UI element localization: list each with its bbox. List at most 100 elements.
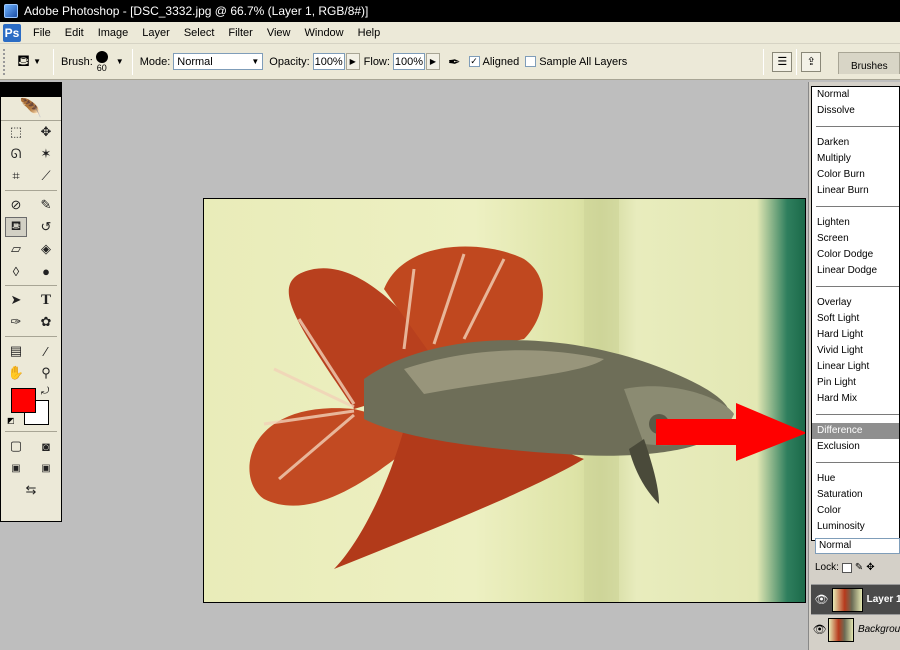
- menu-file[interactable]: File: [26, 27, 58, 39]
- history-brush-icon[interactable]: ↺: [35, 217, 57, 237]
- tool-row: ⊘ ✎: [1, 194, 61, 216]
- menu-layer[interactable]: Layer: [135, 27, 177, 39]
- menu-view[interactable]: View: [260, 27, 298, 39]
- eye-icon[interactable]: 👁: [811, 623, 828, 636]
- blend-mode-saturation[interactable]: Saturation: [812, 487, 899, 503]
- flow-slider-button[interactable]: ▶: [425, 53, 440, 70]
- foreground-color-swatch[interactable]: [11, 388, 36, 413]
- blend-mode-color-burn[interactable]: Color Burn: [812, 167, 899, 183]
- menu-select[interactable]: Select: [177, 27, 222, 39]
- healing-brush-icon[interactable]: ⊘: [5, 195, 27, 215]
- checkmark-icon: ✓: [468, 56, 480, 67]
- opacity-slider-button[interactable]: ▶: [345, 53, 360, 70]
- blur-icon[interactable]: ◊: [5, 261, 27, 281]
- magic-wand-icon[interactable]: ✶: [35, 144, 57, 164]
- notes-icon[interactable]: ▤: [5, 341, 27, 361]
- default-colors-icon[interactable]: ◩: [7, 416, 15, 425]
- blend-mode-lighten[interactable]: Lighten: [812, 215, 899, 231]
- eraser-icon[interactable]: ▱: [5, 239, 27, 259]
- blend-mode-color-dodge[interactable]: Color Dodge: [812, 247, 899, 263]
- blend-mode-soft-light[interactable]: Soft Light: [812, 311, 899, 327]
- dodge-icon[interactable]: ●: [35, 261, 57, 281]
- move-icon[interactable]: ✥: [35, 122, 57, 142]
- tab-brushes[interactable]: Brushes: [838, 52, 900, 74]
- separator: [763, 48, 765, 75]
- blend-mode-vivid-light[interactable]: Vivid Light: [812, 343, 899, 359]
- flow-input[interactable]: 100%: [392, 53, 425, 70]
- full-screen-menu-mode-icon[interactable]: ▣: [35, 458, 57, 478]
- blend-mode-hard-mix[interactable]: Hard Mix: [812, 391, 899, 407]
- tool-row: ✑ ✿: [1, 311, 61, 333]
- blend-mode-difference[interactable]: Difference: [812, 423, 899, 439]
- airbrush-icon[interactable]: ✒: [448, 53, 461, 71]
- lasso-icon[interactable]: ᘏ: [5, 144, 27, 164]
- blend-mode-dissolve[interactable]: Dissolve: [812, 103, 899, 119]
- layer-row[interactable]: 👁 Layer 1: [811, 584, 900, 614]
- custom-shape-icon[interactable]: ✿: [35, 312, 57, 332]
- menu-separator: [816, 414, 899, 415]
- opacity-input[interactable]: 100%: [312, 53, 345, 70]
- separator: [5, 285, 57, 286]
- blend-mode-linear-light[interactable]: Linear Light: [812, 359, 899, 375]
- crop-icon[interactable]: ⌗: [5, 166, 27, 186]
- blend-mode-linear-burn[interactable]: Linear Burn: [812, 183, 899, 199]
- menu-edit[interactable]: Edit: [58, 27, 91, 39]
- lock-transparency-icon[interactable]: [841, 562, 852, 573]
- menu-image[interactable]: Image: [91, 27, 136, 39]
- zoom-icon[interactable]: ⚲: [35, 363, 57, 383]
- toolbox-title-bar[interactable]: [1, 83, 61, 97]
- chevron-down-icon[interactable]: ▼: [116, 57, 124, 66]
- paint-bucket-icon[interactable]: ◈: [35, 239, 57, 259]
- standard-screen-mode-icon[interactable]: ▣: [5, 458, 27, 478]
- tool-row: ✋ ⚲: [1, 362, 61, 384]
- pen-icon[interactable]: ✑: [5, 312, 27, 332]
- hand-icon[interactable]: ✋: [5, 363, 27, 383]
- marquee-icon[interactable]: ⬚: [5, 122, 27, 142]
- blend-mode-darken[interactable]: Darken: [812, 135, 899, 151]
- palette-menu-icon[interactable]: ☰: [772, 51, 793, 72]
- blend-mode-overlay[interactable]: Overlay: [812, 295, 899, 311]
- tool-preset-picker[interactable]: ⛾ ▼: [9, 49, 49, 75]
- separator: [53, 48, 54, 75]
- sample-all-layers-label: Sample All Layers: [539, 55, 628, 68]
- menu-filter[interactable]: Filter: [221, 27, 259, 39]
- path-selection-icon[interactable]: ➤: [5, 290, 27, 310]
- photoshop-logo-icon[interactable]: Ps: [3, 23, 21, 42]
- lock-image-icon[interactable]: ✎: [855, 562, 863, 573]
- blend-mode-exclusion[interactable]: Exclusion: [812, 439, 899, 455]
- layer-blend-mode-field[interactable]: Normal: [815, 538, 900, 554]
- slice-icon[interactable]: ⟋: [35, 166, 57, 186]
- swap-colors-icon[interactable]: ⤾: [41, 386, 49, 397]
- menu-separator: [816, 126, 899, 127]
- blend-mode-color[interactable]: Color: [812, 503, 899, 519]
- blend-mode-pin-light[interactable]: Pin Light: [812, 375, 899, 391]
- lock-position-icon[interactable]: ✥: [866, 562, 874, 573]
- go-to-imageready-icon[interactable]: ⇪: [801, 51, 822, 72]
- type-icon[interactable]: T: [35, 290, 57, 310]
- blend-mode-hard-light[interactable]: Hard Light: [812, 327, 899, 343]
- menu-window[interactable]: Window: [298, 27, 351, 39]
- eyedropper-icon[interactable]: ⁄: [35, 341, 57, 361]
- blend-mode-multiply[interactable]: Multiply: [812, 151, 899, 167]
- jump-to-imageready-icon[interactable]: ⇆: [20, 480, 42, 500]
- document-canvas[interactable]: [203, 198, 806, 603]
- mode-select[interactable]: Normal ▼: [173, 53, 264, 70]
- tool-row: ➤ T: [1, 289, 61, 311]
- feather-logo-icon[interactable]: 🪶: [1, 97, 61, 121]
- blend-mode-normal[interactable]: Normal: [812, 87, 899, 103]
- blend-mode-linear-dodge[interactable]: Linear Dodge: [812, 263, 899, 279]
- brush-picker[interactable]: 60: [95, 50, 108, 73]
- quick-mask-mode-icon[interactable]: ◙: [35, 436, 57, 456]
- blend-mode-screen[interactable]: Screen: [812, 231, 899, 247]
- clone-stamp-icon[interactable]: ⛾: [5, 217, 27, 237]
- sample-all-layers-checkbox[interactable]: Sample All Layers: [525, 56, 627, 68]
- layer-row[interactable]: 👁 Background: [811, 614, 900, 644]
- eye-icon[interactable]: 👁: [811, 593, 832, 606]
- brush-icon[interactable]: ✎: [35, 195, 57, 215]
- aligned-checkbox[interactable]: ✓ Aligned: [468, 56, 519, 68]
- blend-mode-luminosity[interactable]: Luminosity: [812, 519, 899, 535]
- blend-mode-hue[interactable]: Hue: [812, 471, 899, 487]
- photoshop-app-icon: [4, 4, 18, 18]
- menu-help[interactable]: Help: [351, 27, 388, 39]
- standard-mode-icon[interactable]: ▢: [5, 436, 27, 456]
